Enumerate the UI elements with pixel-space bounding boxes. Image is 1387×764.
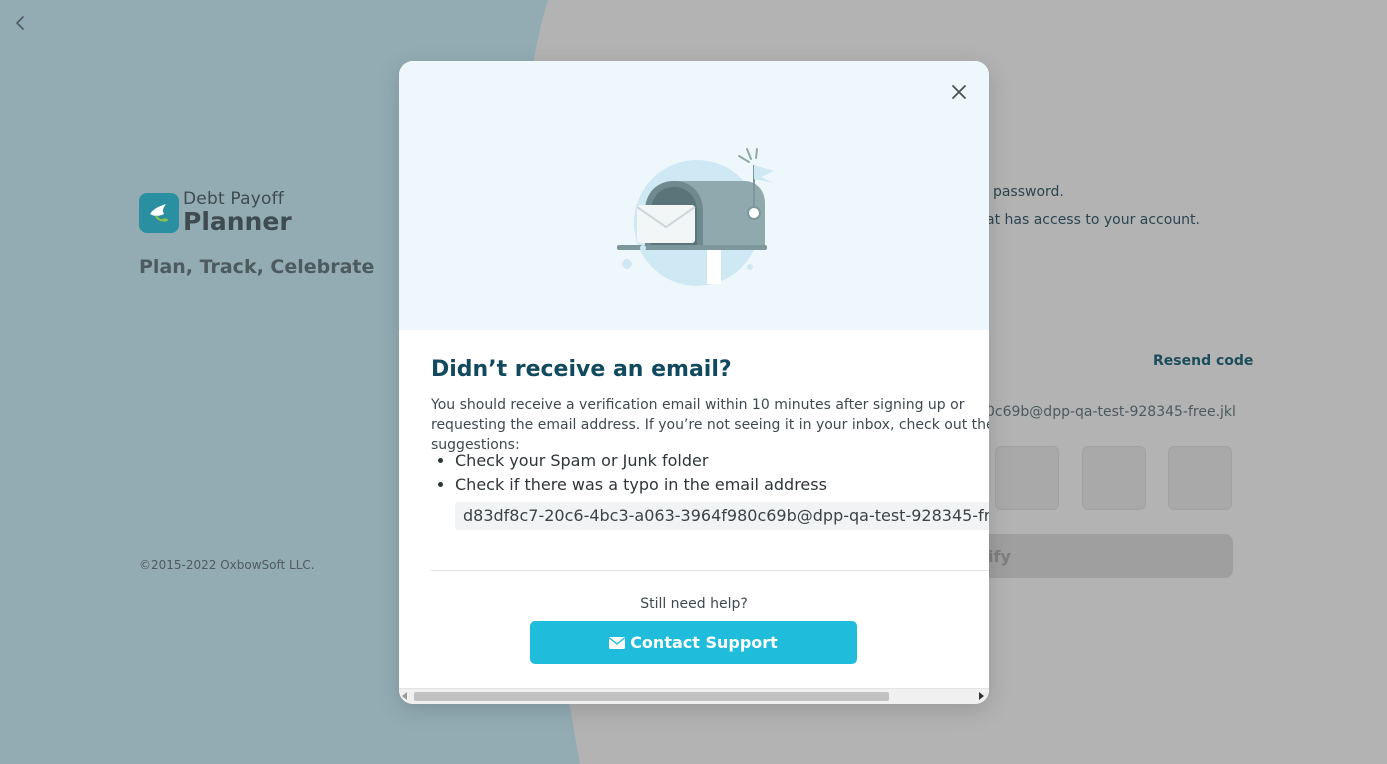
email-help-modal: Didn’t receive an email? You should rece… xyxy=(399,61,989,704)
scrollbar-thumb[interactable] xyxy=(414,692,889,701)
code-digit-input[interactable] xyxy=(1168,446,1232,510)
modal-description: You should receive a verification email … xyxy=(431,397,989,453)
verify-button-label: ify xyxy=(988,546,1011,566)
dove-logo-icon xyxy=(139,192,179,233)
copyright-text: ©2015-2022 OxbowSoft LLC. xyxy=(139,558,315,572)
brand-name-line1: Debt Payoff xyxy=(183,189,284,209)
brand-logo-group: Debt Payoff Planner xyxy=(139,191,292,234)
close-button[interactable] xyxy=(949,82,969,102)
mailbox-illustration xyxy=(617,148,774,286)
code-digit-input[interactable] xyxy=(1082,446,1146,510)
code-digit-input[interactable] xyxy=(995,446,1059,510)
scroll-right-arrow-icon[interactable] xyxy=(979,692,984,700)
contact-support-label: Contact Support xyxy=(630,633,778,652)
brand-name-line2: Planner xyxy=(183,207,292,236)
suggestion-list: Check your Spam or Junk folder Check if … xyxy=(431,449,827,497)
verify-button[interactable]: ify xyxy=(960,534,1233,578)
email-address-display: d83df8c7-20c6-4bc3-a063-3964f980c69b@dpp… xyxy=(455,502,989,530)
list-item: Check if there was a typo in the email a… xyxy=(455,473,827,497)
envelope-icon xyxy=(609,636,626,649)
scroll-left-arrow-icon[interactable] xyxy=(402,692,407,700)
divider xyxy=(431,570,989,571)
chevron-left-icon xyxy=(15,16,24,30)
form-instructions-line2: at has access to your account. xyxy=(986,212,1200,228)
back-button[interactable] xyxy=(12,14,30,32)
close-icon xyxy=(952,85,966,99)
horizontal-scrollbar[interactable] xyxy=(399,688,989,704)
still-need-help-text: Still need help? xyxy=(640,596,748,612)
list-item: Check your Spam or Junk folder xyxy=(455,449,827,473)
contact-support-button[interactable]: Contact Support xyxy=(530,621,857,664)
modal-title: Didn’t receive an email? xyxy=(431,357,732,382)
modal-hero xyxy=(399,61,989,330)
form-instructions-line1: t password. xyxy=(983,184,1064,200)
brand-tagline: Plan, Track, Celebrate xyxy=(139,256,375,278)
resend-code-link[interactable]: Resend code xyxy=(1153,353,1253,369)
sent-to-email: 0c69b@dpp-qa-test-928345-free.jkl xyxy=(986,404,1236,420)
